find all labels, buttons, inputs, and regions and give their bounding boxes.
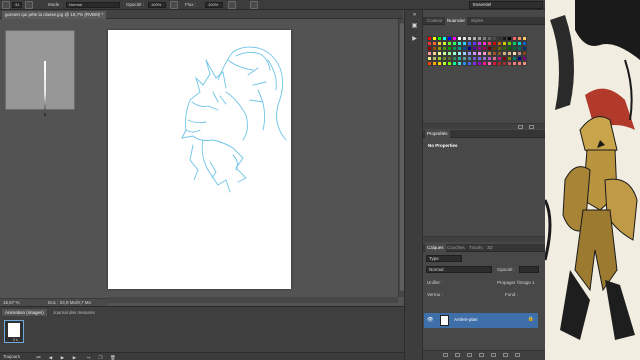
previous-frame-icon[interactable]: ◀ (48, 355, 53, 360)
next-frame-icon[interactable]: ▶ (72, 355, 77, 360)
status-bar: 16,67 % Doc : 24,9 Mo/9,7 Mo (0, 298, 108, 306)
play-icon[interactable]: ▶ (60, 355, 65, 360)
tab-swatches[interactable]: Nuancier (445, 17, 468, 25)
brush-tool-icon[interactable] (2, 1, 10, 9)
color-panel-tabs: Couleur Nuancier Styles (423, 17, 545, 25)
brush-stroke-preview (44, 61, 46, 116)
layer-row-background[interactable]: 👁 Arrière-plan 🔒 (424, 313, 538, 328)
history-panel-icon[interactable]: ▣ (411, 23, 418, 30)
delete-layer-icon[interactable] (515, 353, 520, 357)
canvas-horizontal-scrollbar[interactable] (108, 297, 398, 303)
layer-lock-icon[interactable]: 🔒 (528, 316, 534, 322)
layer-name[interactable]: Arrière-plan (454, 317, 478, 322)
airbrush-icon[interactable] (228, 1, 236, 9)
first-frame-icon[interactable]: ⏮ (36, 355, 41, 360)
color-swatch[interactable] (522, 61, 527, 66)
brush-preview (5, 30, 75, 116)
workspace-select[interactable]: Essentiel (469, 1, 543, 9)
lock-label: Verrou : (427, 292, 443, 297)
link-layers-icon[interactable] (443, 353, 448, 357)
tab-measurement-log[interactable]: Journal des mesures (50, 309, 98, 316)
blend-mode-select[interactable]: Normal (426, 266, 492, 273)
properties-footer (423, 236, 545, 242)
layers-footer (423, 350, 545, 360)
opacity-input[interactable]: 100% (148, 2, 166, 8)
animation-controls: Toujours ⏮ ◀ ▶ ▶ ⤳ ❐ 🗑 (0, 352, 404, 360)
unify-label: Unifier : (427, 280, 443, 285)
new-group-icon[interactable] (491, 353, 496, 357)
animation-frame[interactable]: 0 s (4, 320, 24, 343)
tab-channels[interactable]: Couches (445, 244, 467, 252)
tab-3d[interactable]: 3D (485, 244, 495, 252)
layer-mask-icon[interactable] (467, 353, 472, 357)
knight-illustration (545, 0, 640, 340)
visibility-eye-icon[interactable]: 👁 (427, 317, 433, 323)
layer-style-icon[interactable] (455, 353, 460, 357)
tween-icon[interactable]: ⤳ (86, 355, 91, 360)
pressure-opacity-icon[interactable] (170, 1, 178, 9)
brush-size-picker[interactable]: 31 (12, 2, 22, 8)
document-canvas[interactable] (108, 30, 291, 289)
delete-swatch-icon[interactable] (529, 125, 534, 129)
animation-panel: Animation (images) Journal des mesures 0… (0, 306, 404, 360)
sketch-drawing (181, 46, 287, 193)
frame-thumbnail (8, 323, 20, 337)
flow-label: Flux : (185, 2, 197, 7)
document-size: Doc : 24,9 Mo/9,7 Mo (48, 300, 92, 305)
right-panel-dock: Couleur Nuancier Styles Propriétés No Pr… (423, 10, 545, 360)
reference-artwork (545, 0, 640, 360)
swatch-grid (427, 36, 527, 70)
mode-label: Mode : (48, 2, 62, 7)
delete-frame-icon[interactable]: 🗑 (110, 355, 116, 360)
swatches-footer (423, 123, 545, 129)
frame-duration[interactable]: 0 s (13, 338, 18, 342)
layer-thumbnail (440, 315, 449, 326)
properties-panel-tabs: Propriétés (423, 130, 545, 138)
tab-paths[interactable]: Tracés (467, 244, 485, 252)
collapse-arrows-icon[interactable]: » (411, 12, 418, 19)
pressure-size-icon[interactable] (250, 1, 258, 9)
layer-filter-select[interactable]: Type (426, 255, 462, 262)
document-tab[interactable]: gonnen qui pète la classe.jpg @ 16,7% (R… (2, 11, 107, 19)
layers-panel-tabs: Calques Couches Tracés 3D (423, 244, 545, 252)
duplicate-frame-icon[interactable]: ❐ (98, 355, 103, 360)
properties-title: No Properties (428, 143, 458, 148)
layer-opacity-label: Opacité : (497, 267, 516, 272)
flow-input[interactable]: 100% (205, 2, 223, 8)
document-tab-bar: gonnen qui pète la classe.jpg @ 16,7% (R… (0, 10, 403, 19)
tab-color[interactable]: Couleur (425, 17, 445, 25)
mode-select[interactable]: Normal (66, 2, 120, 8)
photoshop-window: 31 Mode : Normal Opacité : 100% Flux : 1… (0, 0, 640, 360)
new-layer-icon[interactable] (503, 353, 508, 357)
brush-panel-icon[interactable] (25, 1, 33, 9)
actions-panel-icon[interactable]: ▶ (411, 36, 418, 43)
opacity-label: Opacité : (126, 2, 145, 7)
tab-layers[interactable]: Calques (425, 244, 446, 252)
tab-styles[interactable]: Styles (469, 17, 485, 25)
tab-properties[interactable]: Propriétés (425, 130, 450, 138)
new-swatch-icon[interactable] (518, 125, 523, 129)
options-bar: 31 Mode : Normal Opacité : 100% Flux : 1… (0, 0, 545, 10)
fill-label: Fond : (505, 292, 518, 297)
adjustment-layer-icon[interactable] (479, 353, 484, 357)
layer-opacity-input[interactable] (519, 266, 539, 273)
zoom-level[interactable]: 16,67 % (3, 300, 20, 305)
propagate-frame-checkbox[interactable]: Propager l'image 1 (497, 280, 535, 287)
collapsed-panel-strip: » ▣ ▶ (404, 10, 423, 360)
tab-animation[interactable]: Animation (images) (2, 309, 47, 316)
loop-select[interactable]: Toujours (3, 354, 20, 359)
